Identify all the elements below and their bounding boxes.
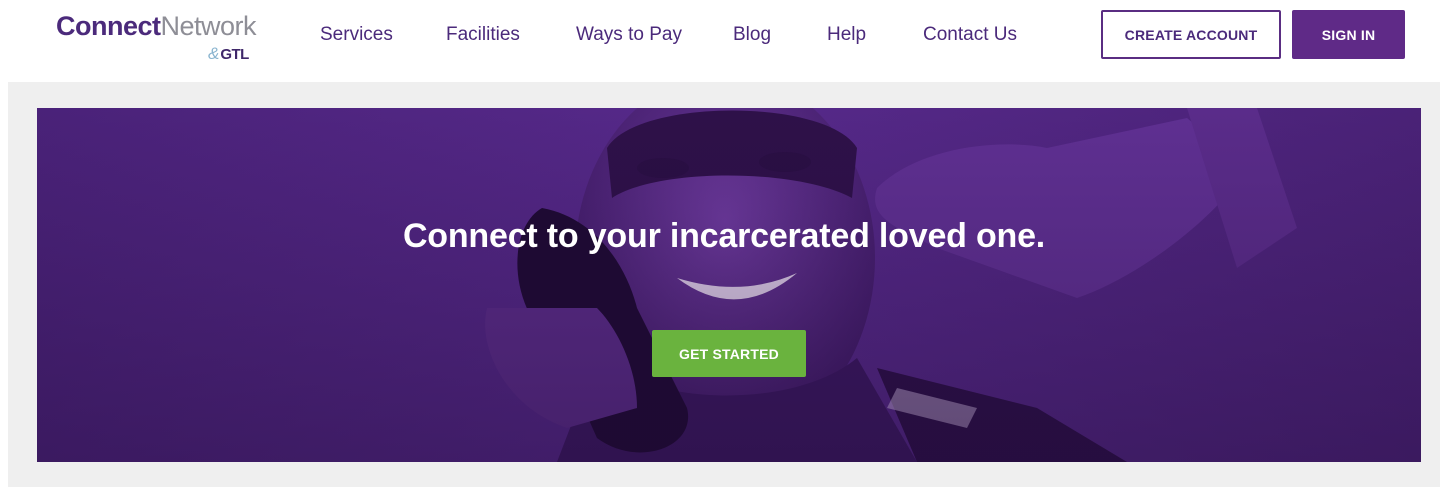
logo-ampersand: &: [208, 44, 220, 63]
nav-link-ways-to-pay[interactable]: Ways to Pay: [576, 22, 682, 48]
hero-banner: [37, 108, 1421, 462]
hero-photo-illustration: [37, 108, 1421, 462]
logo-connect-text: Connect: [56, 11, 161, 41]
logo-wordmark: ConnectNetwork: [56, 10, 276, 42]
logo-network-text: Network: [160, 11, 257, 41]
get-started-button[interactable]: GET STARTED: [652, 330, 806, 377]
nav-link-services[interactable]: Services: [320, 22, 393, 48]
site-header: ConnectNetwork & GTL Services Facilities …: [0, 0, 1448, 82]
nav-link-contact-us[interactable]: Contact Us: [923, 22, 1017, 48]
nav-link-help[interactable]: Help: [827, 22, 866, 48]
logo-gtl-mark: & GTL: [208, 44, 249, 64]
nav-link-blog[interactable]: Blog: [733, 22, 771, 48]
logo-gtl-text: GTL: [220, 45, 249, 63]
nav-link-facilities[interactable]: Facilities: [446, 22, 520, 48]
sign-in-button[interactable]: SIGN IN: [1292, 10, 1405, 59]
create-account-button[interactable]: CREATE ACCOUNT: [1101, 10, 1281, 59]
connectnetwork-gtl-logo[interactable]: ConnectNetwork & GTL: [56, 10, 276, 66]
